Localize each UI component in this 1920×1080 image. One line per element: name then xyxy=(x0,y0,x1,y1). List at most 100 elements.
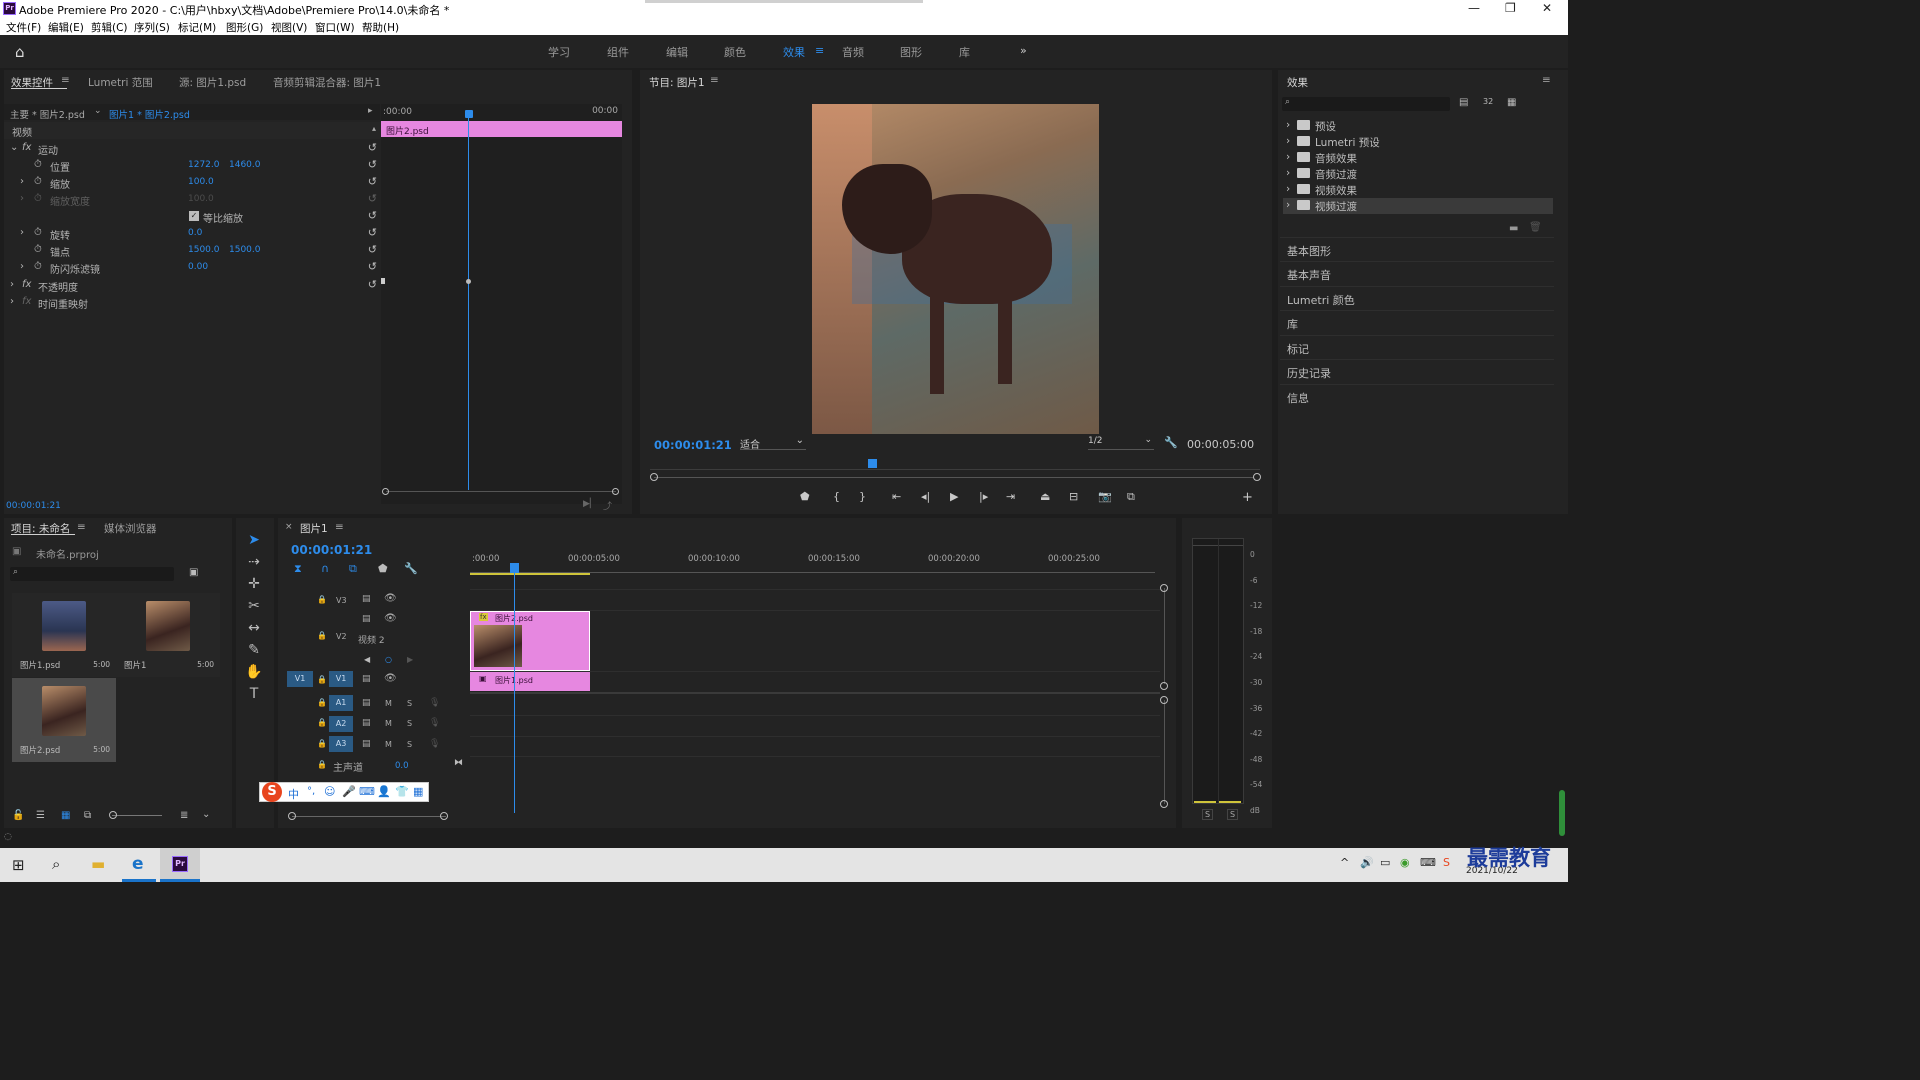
go-to-out-icon[interactable]: ⇥ xyxy=(1006,490,1015,503)
scale-value[interactable]: 100.0 xyxy=(188,177,214,187)
solo-button[interactable]: S xyxy=(407,699,412,708)
ws-libraries[interactable]: 库 xyxy=(959,44,970,60)
export-frame-icon[interactable]: 📷 xyxy=(1098,490,1112,503)
export-icon[interactable]: ⤴ xyxy=(603,499,612,512)
sequence-tab[interactable]: 图片1 xyxy=(300,521,328,536)
prop-scale-row[interactable]: › ⏱ 缩放 100.0 ↺ xyxy=(4,174,382,191)
zoom-handle-left[interactable] xyxy=(288,812,296,820)
snap-icon[interactable]: ∩ xyxy=(321,562,329,575)
ws-assembly[interactable]: 组件 xyxy=(607,44,629,60)
network-icon[interactable]: ▭ xyxy=(1380,856,1390,869)
zoom-handle-right[interactable] xyxy=(612,488,619,495)
track-label-a2[interactable]: A2 xyxy=(329,716,353,732)
sort-icon[interactable]: ≣ xyxy=(180,810,188,821)
play-only-audio-icon[interactable]: ▸ xyxy=(368,106,373,116)
mute-button[interactable]: M xyxy=(385,699,392,708)
menu-sequence[interactable]: 序列(S) xyxy=(134,20,170,35)
tab-audio-clip-mixer[interactable]: 音频剪辑混合器: 图片1 xyxy=(273,75,381,90)
solo-right-button[interactable]: S xyxy=(1227,809,1239,820)
button-editor-plus-icon[interactable]: + xyxy=(1242,490,1253,505)
tab-lumetri-scopes[interactable]: Lumetri 范围 xyxy=(88,75,153,90)
ec-clip-bar[interactable]: 图片2.psd xyxy=(381,121,622,137)
mute-button[interactable]: M xyxy=(385,740,392,749)
timeremap-effect-row[interactable]: › fx 时间重映射 xyxy=(4,294,382,311)
stopwatch-icon[interactable]: ⏱ xyxy=(34,176,42,187)
rotation-value[interactable]: 0.0 xyxy=(188,228,202,238)
windows-start-icon[interactable]: ⊞ xyxy=(12,856,25,874)
timeline-playhead-handle[interactable] xyxy=(510,563,519,573)
program-timecode[interactable]: 00:00:01:21 xyxy=(654,438,732,452)
program-title[interactable]: 节目: 图片1 xyxy=(649,75,705,90)
lock-icon[interactable]: 🔒 xyxy=(317,698,327,707)
solo-left-button[interactable]: S xyxy=(1202,809,1214,820)
new-bin-icon[interactable]: ▬ xyxy=(1509,223,1518,234)
prop-position-row[interactable]: ⏱ 位置 1272.0 1460.0 ↺ xyxy=(4,157,382,174)
work-area-bar[interactable] xyxy=(470,573,590,575)
pen-tool-icon[interactable]: ✎ xyxy=(243,640,265,660)
32bit-effects-icon[interactable]: 32 xyxy=(1483,97,1493,106)
ime-keyboard-icon[interactable]: ⌨ xyxy=(359,785,375,798)
extract-icon[interactable]: ⊟ xyxy=(1069,490,1078,503)
menu-markers[interactable]: 标记(M) xyxy=(178,20,216,35)
expand-chevron-icon[interactable]: › xyxy=(20,176,24,187)
ime-chinese-mode[interactable]: 中 xyxy=(288,786,299,802)
sync-lock-icon[interactable]: ▤ xyxy=(362,698,371,708)
stopwatch-icon[interactable]: ⏱ xyxy=(34,244,42,255)
section-info[interactable]: 信息 xyxy=(1280,384,1554,408)
ime-voice-icon[interactable]: 🎤 xyxy=(342,785,356,798)
sync-lock-icon[interactable]: ▤ xyxy=(362,674,371,684)
sync-lock-icon[interactable]: ▤ xyxy=(362,614,371,624)
accelerated-effects-icon[interactable]: ▤ xyxy=(1459,97,1468,108)
hand-tool-icon[interactable]: ✋ xyxy=(243,662,265,682)
play-icon[interactable]: ▶ xyxy=(950,490,958,503)
zoom-handle-left[interactable] xyxy=(650,473,658,481)
scroll-handle[interactable] xyxy=(1160,682,1168,690)
tray-expand-icon[interactable]: ^ xyxy=(1340,856,1349,869)
effects-item-video-effects[interactable]: › 视频效果 xyxy=(1283,182,1553,198)
expand-chevron-icon[interactable]: › xyxy=(20,227,24,238)
filter-icon[interactable]: ▶▏ xyxy=(583,499,597,509)
slip-tool-icon[interactable]: ↔ xyxy=(243,618,265,638)
step-back-icon[interactable]: ◂| xyxy=(921,490,930,503)
project-item[interactable]: 图片1.psd 5:00 xyxy=(12,593,116,677)
timeline-ruler[interactable]: :00:00 00:00:05:00 00:00:10:00 00:00:15:… xyxy=(470,548,1160,576)
tab-media-browser[interactable]: 媒体浏览器 xyxy=(104,521,157,536)
yuv-effects-icon[interactable]: ▦ xyxy=(1507,97,1516,108)
reset-icon[interactable]: ↺ xyxy=(368,209,377,222)
reset-icon[interactable]: ↺ xyxy=(368,226,377,239)
file-explorer-icon[interactable]: ▬ xyxy=(91,855,105,873)
menu-graphics[interactable]: 图形(G) xyxy=(226,20,263,35)
master-volume-value[interactable]: 0.0 xyxy=(395,761,409,771)
prop-rotation-row[interactable]: › ⏱ 旋转 0.0 ↺ xyxy=(4,225,382,242)
effects-search-input[interactable]: ⌕ xyxy=(1282,97,1450,111)
motion-effect-row[interactable]: ⌄ fx 运动 ↺ xyxy=(4,140,382,157)
ws-effects-menu-icon[interactable]: ≡ xyxy=(815,44,824,57)
mark-in-icon[interactable]: { xyxy=(833,490,840,503)
wrench-icon[interactable]: 🔧 xyxy=(404,562,418,575)
sync-lock-icon[interactable]: ▤ xyxy=(362,718,371,728)
panel-menu-icon[interactable]: ≡ xyxy=(1542,74,1551,86)
fit-dropdown[interactable]: 适合 ⌄ xyxy=(740,435,806,451)
scroll-handle[interactable] xyxy=(1160,800,1168,808)
new-bin-icon[interactable]: ▣ xyxy=(189,567,198,578)
reset-icon[interactable]: ↺ xyxy=(368,278,377,291)
minimize-icon[interactable]: — xyxy=(1468,1,1480,15)
restore-icon[interactable]: ❐ xyxy=(1505,1,1516,15)
chevron-down-icon[interactable]: ⌄ xyxy=(94,106,102,116)
microphone-icon[interactable]: 🎙 xyxy=(429,718,440,728)
project-item[interactable]: 图片1 5:00 xyxy=(116,593,220,677)
effects-title[interactable]: 效果 xyxy=(1287,75,1308,90)
razor-tool-icon[interactable]: ✂ xyxy=(243,596,265,616)
collapse-up-icon[interactable]: ▴ xyxy=(372,124,376,133)
zoom-handle-right[interactable] xyxy=(1253,473,1261,481)
linked-selection-icon[interactable]: ⧉ xyxy=(349,562,357,576)
menu-edit[interactable]: 编辑(E) xyxy=(48,20,84,35)
edge-browser-icon[interactable]: e xyxy=(132,854,144,874)
reset-icon[interactable]: ↺ xyxy=(368,141,377,154)
fx-icon[interactable]: fx xyxy=(22,142,31,153)
reset-icon[interactable]: ↺ xyxy=(368,260,377,273)
v-scrollbar-video[interactable] xyxy=(1164,588,1165,684)
selection-tool-icon[interactable]: ➤ xyxy=(243,530,265,550)
stopwatch-icon[interactable]: ⏱ xyxy=(34,227,42,238)
section-lumetri-color[interactable]: Lumetri 颜色 xyxy=(1280,286,1554,310)
